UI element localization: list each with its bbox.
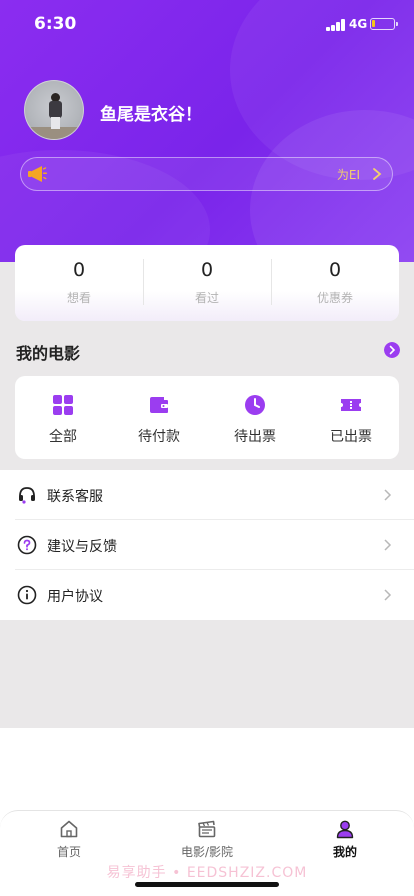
tab-home[interactable]: 首页 (14, 819, 124, 860)
settings-menu: 联系客服 建议与反馈 用户协议 (0, 470, 414, 620)
notice-bar[interactable]: 为EI (20, 157, 393, 191)
watermark: 易享助手 • EEDSHZIZ.COM (106, 865, 308, 881)
menu-item-feedback[interactable]: 建议与反馈 (0, 520, 414, 570)
status-time: 6:30 (34, 14, 77, 34)
headset-icon (19, 487, 35, 504)
stat-label: 想看 (66, 291, 91, 305)
menu-item-user-agreement[interactable]: 用户协议 (0, 570, 414, 620)
stat-value: 0 (328, 259, 342, 281)
chevron-right-icon (373, 168, 382, 180)
orders-ticketed-button[interactable]: 已出票 (303, 376, 399, 459)
clapperboard-icon (198, 820, 216, 838)
wallet-icon (150, 397, 168, 413)
stat-want-to-watch[interactable]: 0 想看 (15, 245, 143, 321)
menu-item-label: 用户协议 (47, 589, 103, 605)
orders-unpaid-button[interactable]: 待付款 (111, 376, 207, 459)
tab-label: 我的 (332, 845, 357, 859)
profile-header: 6:30 4G 鱼尾是衣谷！ 为EI (0, 0, 414, 262)
orders-unpaid-label: 待付款 (138, 429, 180, 445)
avatar[interactable] (24, 80, 84, 140)
battery-icon (370, 18, 398, 30)
info-icon (17, 585, 37, 605)
grid-icon (53, 395, 73, 415)
section-title-my-movies: 我的电影 (16, 344, 81, 363)
megaphone-icon (28, 166, 47, 182)
menu-item-label: 联系客服 (47, 489, 103, 505)
tab-movies-cinemas[interactable]: 电影/影院 (152, 819, 262, 860)
status-bar: 6:30 4G (0, 0, 414, 50)
tab-mine[interactable]: 我的 (290, 819, 400, 860)
tab-label: 首页 (56, 845, 81, 859)
chevron-right-icon (384, 489, 392, 501)
stat-value: 0 (72, 259, 86, 281)
stat-coupons[interactable]: 0 优惠券 (271, 245, 399, 321)
home-indicator (135, 882, 279, 887)
clock-icon (245, 395, 265, 415)
signal-icon (326, 19, 346, 31)
orders-all-button[interactable]: 全部 (15, 376, 111, 459)
username[interactable]: 鱼尾是衣谷！ (100, 100, 202, 125)
stat-label: 优惠券 (316, 291, 353, 305)
home-icon (60, 820, 78, 838)
orders-pending-ticket-button[interactable]: 待出票 (207, 376, 303, 459)
stats-card: 0 想看 0 看过 0 优惠券 (15, 245, 399, 321)
menu-item-label: 建议与反馈 (47, 539, 117, 555)
menu-item-customer-service[interactable]: 联系客服 (0, 470, 414, 520)
stat-label: 看过 (194, 291, 219, 305)
tab-label: 电影/影院 (180, 845, 234, 859)
stat-watched[interactable]: 0 看过 (143, 245, 271, 321)
chevron-circle-icon[interactable] (384, 342, 400, 358)
stat-value: 0 (200, 259, 214, 281)
user-icon (336, 820, 354, 839)
my-movies-card: 全部 待付款 待出票 已出票 (15, 376, 399, 459)
orders-all-label: 全部 (49, 429, 77, 445)
chevron-right-icon (384, 589, 392, 601)
ticket-icon (341, 399, 361, 411)
chevron-right-icon (384, 539, 392, 551)
orders-ticketed-label: 已出票 (330, 429, 372, 445)
network-label: 4G (349, 17, 368, 31)
notice-text: 为EI (336, 168, 360, 182)
question-icon (17, 535, 37, 555)
orders-pending-ticket-label: 待出票 (234, 429, 276, 445)
